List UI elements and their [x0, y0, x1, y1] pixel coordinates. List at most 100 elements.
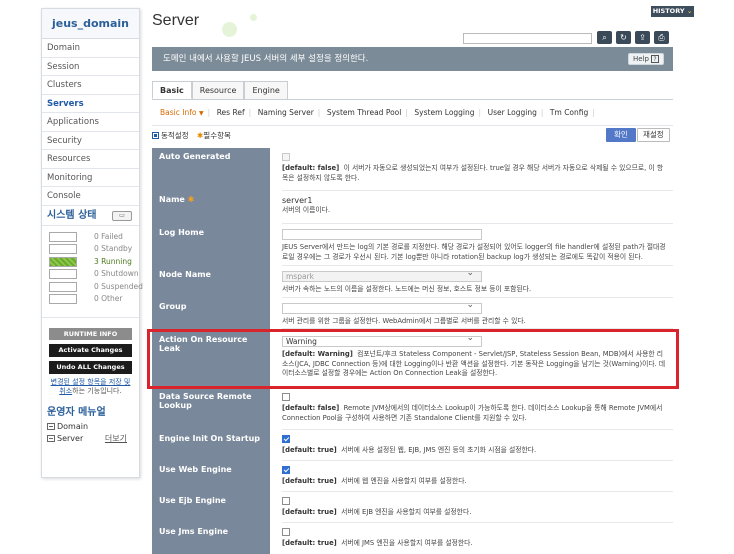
- auto-generated-checkbox[interactable]: [282, 153, 290, 161]
- operator-manual-title: 운영자 메뉴얼: [47, 406, 106, 418]
- field-label: Auto Generated: [152, 148, 270, 191]
- nav-domain[interactable]: Domain: [42, 39, 139, 58]
- status-row-standby: 0 Standby: [49, 242, 139, 255]
- status-bar: [49, 244, 77, 254]
- undo-all-changes-button[interactable]: Undo ALL Changes: [49, 360, 132, 374]
- field-description: 서버에 JMS 엔진을 사용할지 여부를 설정한다.: [341, 539, 473, 547]
- manual-item-label: Server: [57, 433, 84, 443]
- field-body: JEUS Server에서 만드는 log의 기본 경로를 지정한다. 해당 경…: [282, 229, 667, 262]
- nav-session[interactable]: Session: [42, 57, 139, 76]
- more-link[interactable]: 더보기: [105, 433, 127, 445]
- question-icon: ?: [651, 55, 659, 63]
- action-on-resource-leak-select[interactable]: Warning: [282, 334, 482, 347]
- status-toggle-icon[interactable]: ▭: [112, 210, 132, 221]
- field-label: Engine Init On Startup: [152, 430, 270, 461]
- node-name-select[interactable]: mspark: [282, 269, 482, 282]
- help-label: Help: [633, 55, 649, 63]
- nav-applications[interactable]: Applications: [42, 113, 139, 132]
- manual-item-server[interactable]: Server 더보기: [42, 433, 139, 445]
- nav-console[interactable]: Console: [42, 187, 139, 206]
- confirm-button[interactable]: 확인: [606, 128, 636, 142]
- log-home-input[interactable]: [282, 229, 482, 240]
- system-status-title: 시스템 상태 ▭: [42, 206, 139, 226]
- legend: 동적설정 ✱필수항목: [152, 130, 231, 142]
- nav-clusters[interactable]: Clusters: [42, 76, 139, 95]
- status-bar: [49, 256, 77, 267]
- subtab-system-thread-pool[interactable]: System Thread Pool: [327, 100, 401, 126]
- nav-resources[interactable]: Resources: [42, 150, 139, 169]
- subtab-system-logging[interactable]: System Logging: [414, 100, 474, 126]
- subtab-basic-info[interactable]: Basic Info: [160, 100, 196, 126]
- field-body: Warning [default: Warning] 컴포넌트/후크 State…: [282, 334, 667, 379]
- field-description: 서버에 웹 엔진을 사용할지 여부를 설정한다.: [341, 477, 467, 485]
- tab-basic[interactable]: Basic: [152, 81, 192, 99]
- nav-servers[interactable]: Servers: [42, 94, 139, 113]
- status-row-failed: 0 Failed: [49, 230, 139, 243]
- default-tag: [default: true]: [282, 508, 337, 516]
- export-icon[interactable]: ⇪: [635, 31, 650, 44]
- field-data-source-remote-lookup: Data Source Remote Lookup [default: fals…: [152, 388, 673, 430]
- divider: |: [592, 108, 595, 117]
- chevron-down-icon: ⌄: [686, 7, 693, 15]
- description-banner: 도메인 내에서 사용할 JEUS 서버의 세부 설정을 정의한다. Help?: [152, 47, 673, 71]
- activate-changes-button[interactable]: Activate Changes: [49, 343, 132, 357]
- search-icon[interactable]: ⌕: [597, 31, 612, 44]
- refresh-icon[interactable]: ↻: [616, 31, 631, 44]
- domain-title[interactable]: jeus_domain: [42, 9, 139, 39]
- subtab-bar: Basic Info ▼ | Res Ref | Naming Server | Sy…: [152, 100, 673, 126]
- pending-changes-text: 하는 기능입니다.: [72, 386, 122, 395]
- tab-resource[interactable]: Resource: [191, 81, 245, 99]
- field-body: 서버 관리를 위한 그룹을 설정한다. WebAdmin에서 그룹별로 서버를 …: [282, 301, 667, 327]
- status-row-other: 0 Other: [49, 292, 139, 305]
- subtab-naming-server[interactable]: Naming Server: [258, 100, 314, 126]
- divider: |: [478, 108, 482, 117]
- field-engine-init-on-startup: Engine Init On Startup [default: true] 서…: [152, 430, 673, 461]
- sidebar: jeus_domain Domain Session Clusters Serv…: [41, 8, 143, 478]
- use-jms-engine-checkbox[interactable]: [282, 528, 290, 536]
- system-status-label: 시스템 상태: [47, 209, 97, 221]
- field-auto-generated: Auto Generated [default: false] 이 서버가 자동…: [152, 148, 673, 191]
- field-use-web-engine: Use Web Engine [default: true] 서버에 웹 엔진을…: [152, 461, 673, 492]
- divider: |: [540, 108, 544, 117]
- divider: |: [207, 108, 211, 117]
- system-status-panel: 0 Failed 0 Standby 3 Running 0 Shutdown …: [42, 226, 143, 318]
- divider: |: [317, 108, 321, 117]
- default-tag: [default: true]: [282, 539, 337, 547]
- field-body: mspark 서버가 속하는 노드의 이름을 설정한다. 노드에는 머신 정보,…: [282, 269, 667, 295]
- nav-monitoring[interactable]: Monitoring: [42, 168, 139, 187]
- tab-engine[interactable]: Engine: [244, 81, 288, 99]
- subtab-user-logging[interactable]: User Logging: [488, 100, 537, 126]
- field-label: Use Web Engine: [152, 461, 270, 492]
- field-body: [default: true] 서버에 사용 설정된 웹, EJB, JMS 엔…: [282, 435, 667, 456]
- search-input[interactable]: [463, 33, 592, 44]
- status-label: 0 Suspended: [94, 281, 143, 291]
- nav-security[interactable]: Security: [42, 131, 139, 150]
- use-ejb-engine-checkbox[interactable]: [282, 497, 290, 505]
- pending-changes-note: 변경된 설정 항목을 저장 및 취소하는 기능입니다.: [49, 378, 132, 396]
- tab-bar: Basic Resource Engine: [152, 81, 288, 99]
- field-label: Name ✱: [152, 191, 270, 224]
- divider: |: [405, 108, 408, 117]
- print-icon[interactable]: ⎙: [654, 31, 669, 44]
- document-icon: [47, 434, 55, 442]
- status-row-running: 3 Running: [49, 255, 139, 268]
- history-button[interactable]: HISTORY ⌄: [651, 6, 694, 17]
- history-label: HISTORY: [652, 7, 685, 15]
- field-label: Node Name: [152, 266, 270, 298]
- chevron-down-icon: ▼: [198, 110, 204, 117]
- data-source-remote-lookup-checkbox[interactable]: [282, 393, 290, 401]
- reset-button[interactable]: 재설정: [637, 128, 670, 142]
- help-button[interactable]: Help?: [628, 53, 664, 65]
- field-body: [default: false] 이 서버가 자동으로 생성되었는지 여부가 설…: [282, 153, 667, 183]
- subtab-tm-config[interactable]: Tm Config: [550, 100, 588, 126]
- field-body: [default: true] 서버에 웹 엔진을 사용할지 여부를 설정한다.: [282, 466, 667, 487]
- field-node-name: Node Name mspark 서버가 속하는 노드의 이름을 설정한다. 노…: [152, 266, 673, 298]
- manual-item-label: Domain: [57, 421, 89, 431]
- field-body: [default: true] 서버에 JMS 엔진을 사용할지 여부를 설정한…: [282, 528, 667, 549]
- manual-item-domain[interactable]: Domain: [42, 421, 139, 433]
- subtab-res-ref[interactable]: Res Ref: [217, 100, 245, 126]
- use-web-engine-checkbox[interactable]: [282, 466, 290, 474]
- field-label-text: Name: [159, 195, 185, 204]
- engine-init-on-startup-checkbox[interactable]: [282, 435, 290, 443]
- group-select[interactable]: [282, 301, 482, 314]
